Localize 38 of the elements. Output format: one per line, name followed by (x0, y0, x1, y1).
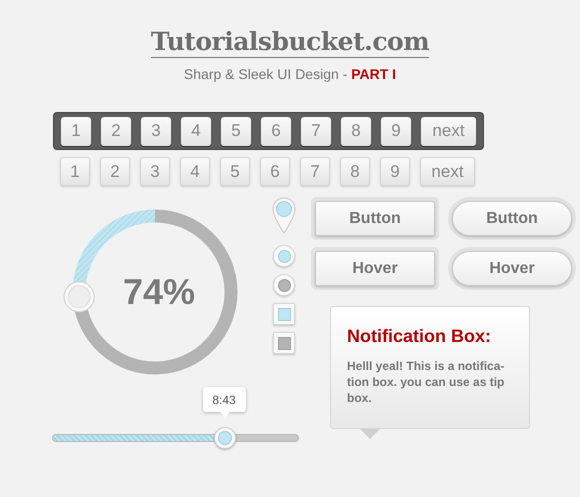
ui-button[interactable]: Hover (315, 251, 435, 286)
page-button[interactable]: 3 (140, 157, 170, 186)
notification-title: Notification Box: (347, 325, 492, 348)
checkbox[interactable] (273, 303, 295, 325)
dial-reading: 74% (122, 270, 196, 314)
page-button[interactable]: 4 (181, 116, 211, 146)
page-button[interactable]: 5 (220, 157, 250, 186)
page-button[interactable]: 4 (180, 157, 210, 186)
page-button[interactable]: 7 (300, 157, 330, 186)
time-tooltip: 8:43 (202, 387, 246, 412)
site-title: Tutorialsbucket.com (150, 27, 430, 58)
page-button[interactable]: 8 (340, 157, 370, 186)
radio-button[interactable] (273, 274, 295, 296)
page-button[interactable]: 5 (221, 116, 251, 146)
map-pin-icon (272, 197, 296, 234)
checkbox[interactable] (273, 332, 295, 354)
slider-thumb[interactable] (214, 427, 236, 449)
page-button[interactable]: 2 (101, 116, 131, 146)
page-button[interactable]: 6 (261, 116, 291, 146)
page-button[interactable]: 3 (141, 116, 171, 146)
subtitle: Sharp & Sleek UI Design - PART I (184, 65, 396, 84)
radio-button[interactable] (273, 245, 295, 267)
ui-button[interactable]: Button (452, 201, 572, 236)
page-button[interactable]: 6 (260, 157, 290, 186)
page-button[interactable]: 7 (301, 116, 331, 146)
page-button[interactable]: 9 (381, 116, 411, 146)
tooltip-pointer (220, 412, 230, 417)
dial-handle[interactable] (64, 281, 95, 312)
page-button[interactable]: 1 (61, 116, 91, 146)
page-button[interactable]: next (421, 116, 476, 146)
page-button[interactable]: 9 (380, 157, 410, 186)
ui-button[interactable]: Button (315, 201, 435, 236)
page-button[interactable]: 8 (341, 116, 371, 146)
notification-text: Helll yeal! This is a notifica-tion box. you can use as tip box. (347, 358, 506, 406)
page-button[interactable]: next (420, 157, 475, 186)
page-button[interactable]: 2 (100, 157, 130, 186)
ui-button[interactable]: Hover (452, 251, 572, 286)
page-button[interactable]: 1 (60, 157, 90, 186)
